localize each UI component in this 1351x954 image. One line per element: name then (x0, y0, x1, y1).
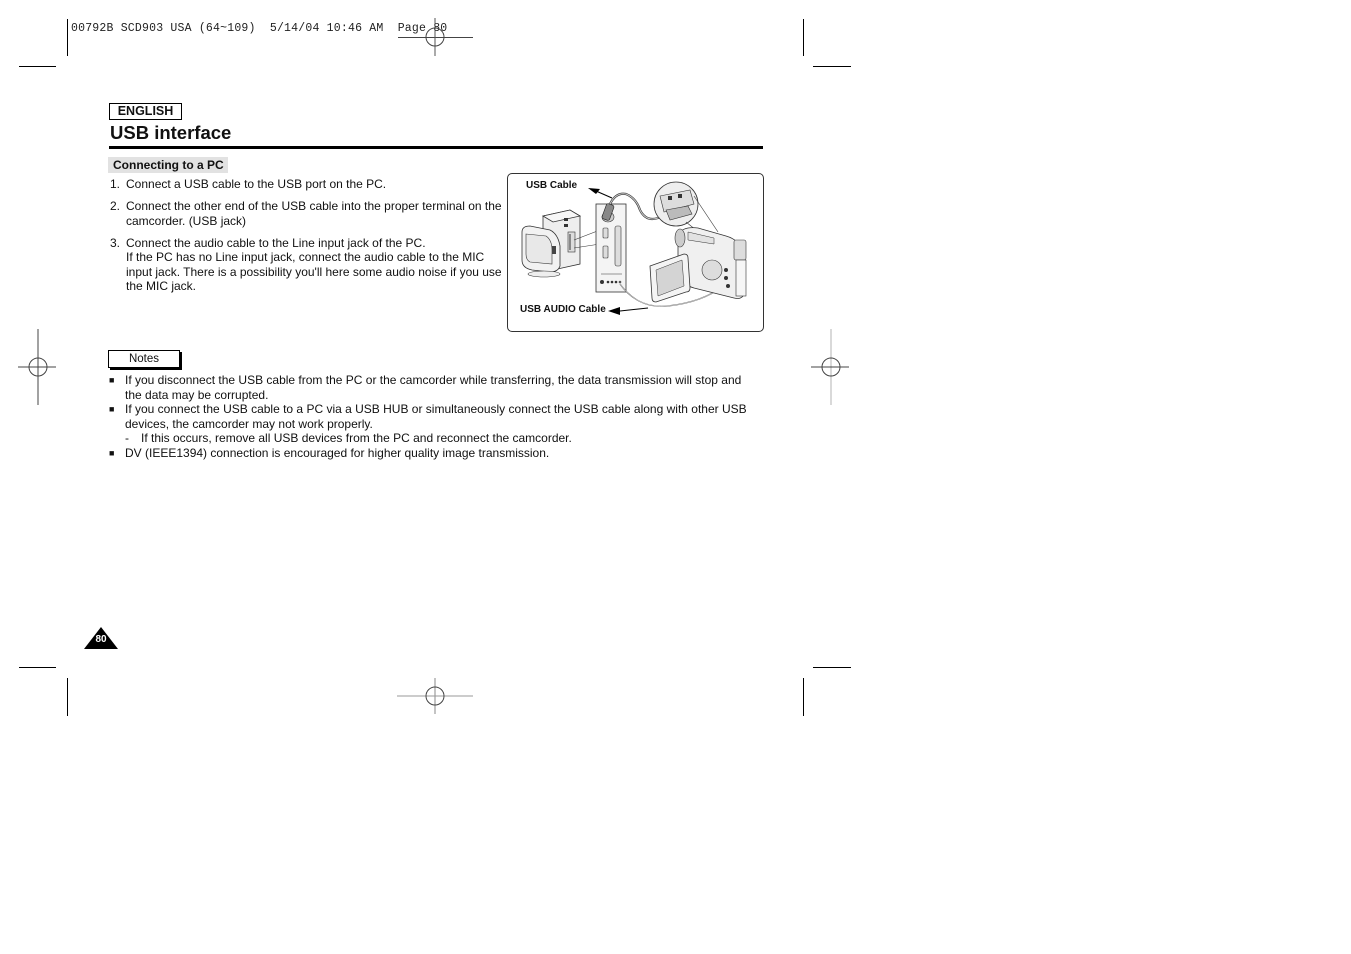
step-item: 3. Connect the audio cable to the Line i… (110, 236, 510, 294)
note-item: ■ If you connect the USB cable to a PC v… (109, 402, 749, 431)
notes-tab: Notes (108, 350, 180, 368)
step-number: 1. (110, 177, 121, 191)
bullet-square-icon: ■ (109, 404, 115, 414)
registration-mark-bottom-icon (397, 678, 473, 714)
steps-list: 1. Connect a USB cable to the USB port o… (110, 177, 510, 301)
dash-icon: - (125, 431, 129, 445)
step-item: 1. Connect a USB cable to the USB port o… (110, 177, 510, 192)
pc-rear-panel-icon (595, 203, 627, 293)
step-text: Connect the audio cable to the Line inpu… (126, 235, 426, 250)
crop-mark-top-left-v (67, 19, 68, 56)
crop-mark-bottom-right-v (803, 678, 804, 716)
registration-mark-right-icon (811, 329, 849, 405)
usb-audio-cable-arrow-icon (608, 307, 620, 315)
step-number: 3. (110, 235, 121, 250)
crop-mark-bottom-right-h (813, 667, 851, 668)
crop-mark-bottom-left-v (67, 678, 68, 716)
crop-mark-top-right-v (803, 19, 804, 56)
note-text: DV (IEEE1394) connection is encouraged f… (125, 445, 550, 460)
registration-mark-top-icon (425, 18, 445, 56)
crop-mark-bottom-left-h (19, 667, 56, 668)
step-text: Connect a USB cable to the USB port on t… (126, 177, 387, 191)
note-item: ■ If you disconnect the USB cable from t… (109, 373, 749, 402)
usb-audio-cable-label: USB AUDIO Cable (520, 304, 606, 315)
step-number: 2. (110, 199, 121, 213)
note-item: ■ DV (IEEE1394) connection is encouraged… (109, 446, 749, 461)
bullet-square-icon: ■ (109, 447, 115, 458)
note-subtext: If this occurs, remove all USB devices f… (141, 431, 572, 445)
step-text: Connect the other end of the USB cable i… (126, 199, 502, 228)
crop-mark-top-left-h (19, 66, 56, 67)
title-rule (109, 146, 763, 149)
monitor-icon (521, 225, 561, 278)
notes-list: ■ If you disconnect the USB cable from t… (109, 373, 749, 460)
usb-cable-arrow-icon (588, 188, 600, 194)
section-heading: Connecting to a PC (108, 157, 228, 173)
print-job: 00792B SCD903 USA (64~109) (71, 22, 256, 35)
page-number: 80 (95, 634, 107, 645)
step-text-note: If the PC has no Line input jack, connec… (126, 250, 502, 293)
language-badge: ENGLISH (109, 103, 182, 120)
note-text: If you disconnect the USB cable from the… (125, 373, 742, 402)
bullet-square-icon: ■ (109, 375, 115, 385)
print-date: 5/14/04 (269, 22, 320, 35)
print-time: 10:46 AM (326, 22, 384, 35)
usb-cable-label: USB Cable (526, 180, 578, 191)
page-title: USB interface (110, 122, 232, 143)
camcorder-icon (649, 227, 747, 303)
step-item: 2. Connect the other end of the USB cabl… (110, 199, 510, 228)
connection-diagram: USB Cable USB AUDIO Cable (507, 173, 764, 332)
note-subitem: - If this occurs, remove all USB devices… (109, 431, 749, 446)
crop-mark-top-right-h (813, 66, 851, 67)
registration-mark-left-icon (18, 329, 56, 405)
note-text: If you connect the USB cable to a PC via… (125, 402, 747, 431)
print-header: 00792B SCD903 USA (64~109) 5/14/04 10:46… (71, 22, 447, 35)
